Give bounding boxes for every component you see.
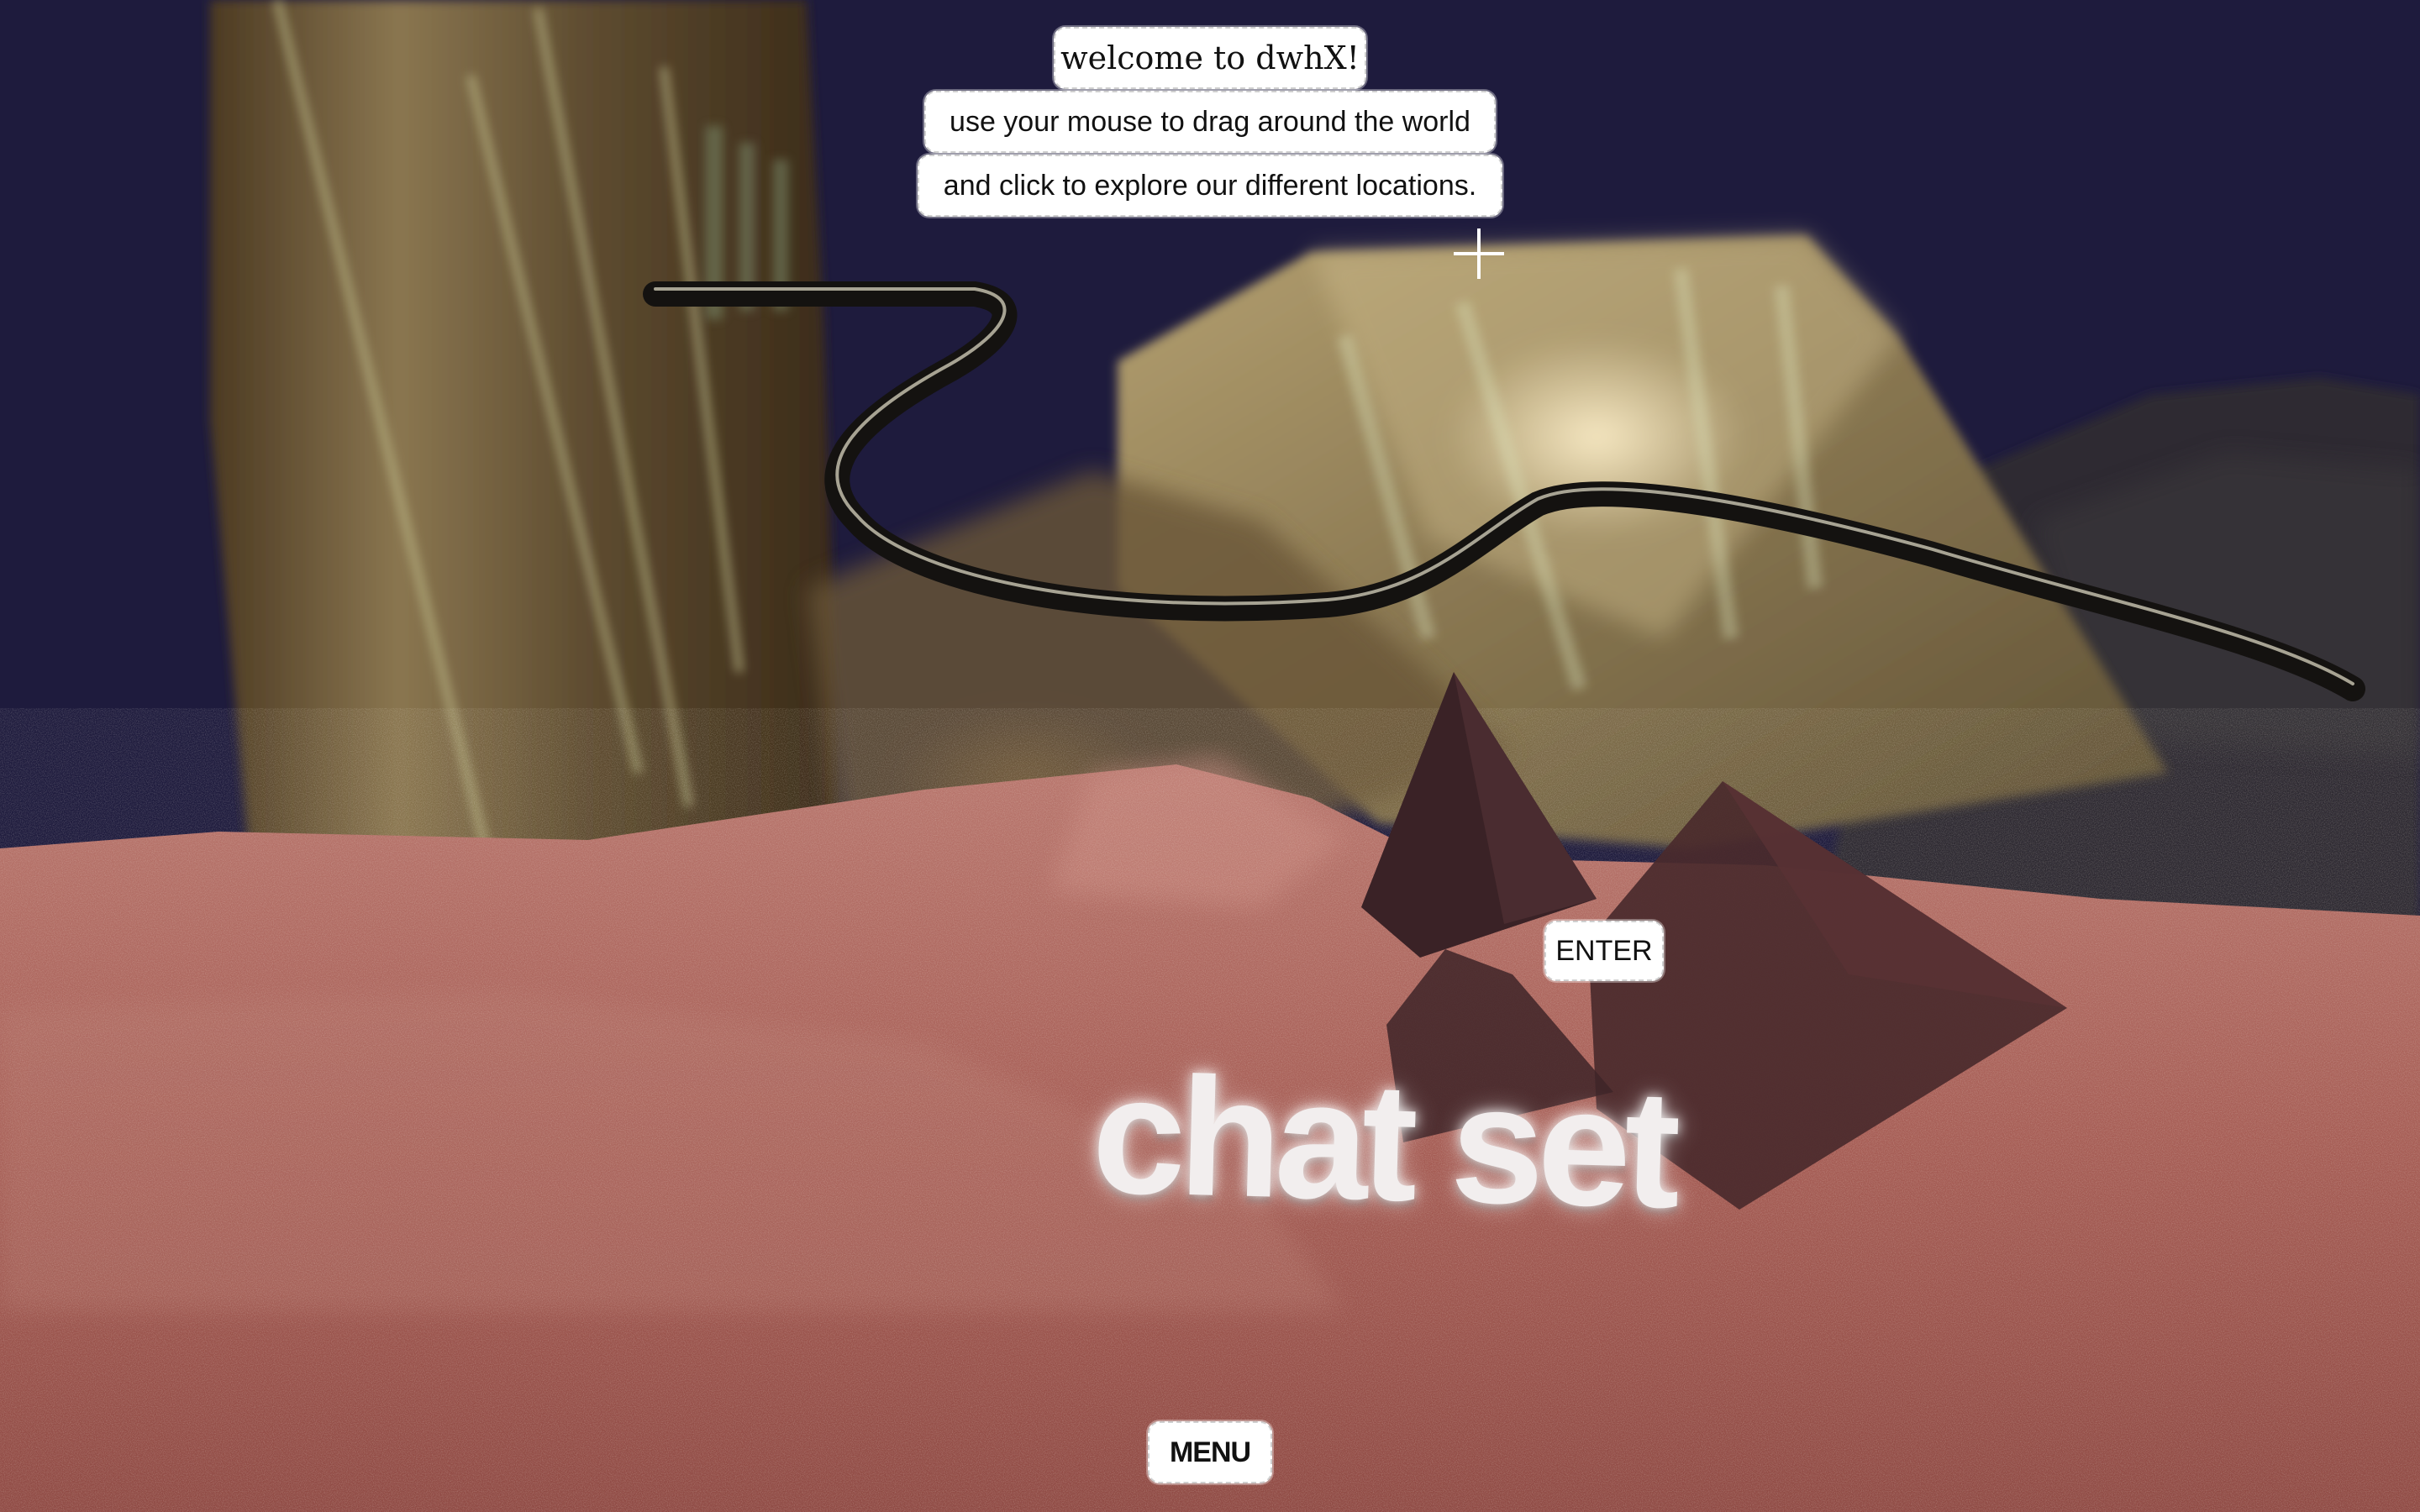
world-render	[0, 0, 2420, 1512]
menu-button[interactable]: MENU	[1148, 1421, 1272, 1483]
3d-world-canvas[interactable]	[0, 0, 2420, 1512]
instruction-line-explore: and click to explore our different locat…	[918, 155, 1502, 217]
location-label-chat-set[interactable]: chat set	[1090, 1041, 1676, 1243]
welcome-message: welcome to dwhX!	[1054, 27, 1366, 89]
instruction-line-drag: use your mouse to drag around the world	[924, 91, 1496, 153]
crosshair-cursor-icon	[1454, 228, 1504, 279]
enter-location-button[interactable]: ENTER	[1544, 921, 1664, 981]
